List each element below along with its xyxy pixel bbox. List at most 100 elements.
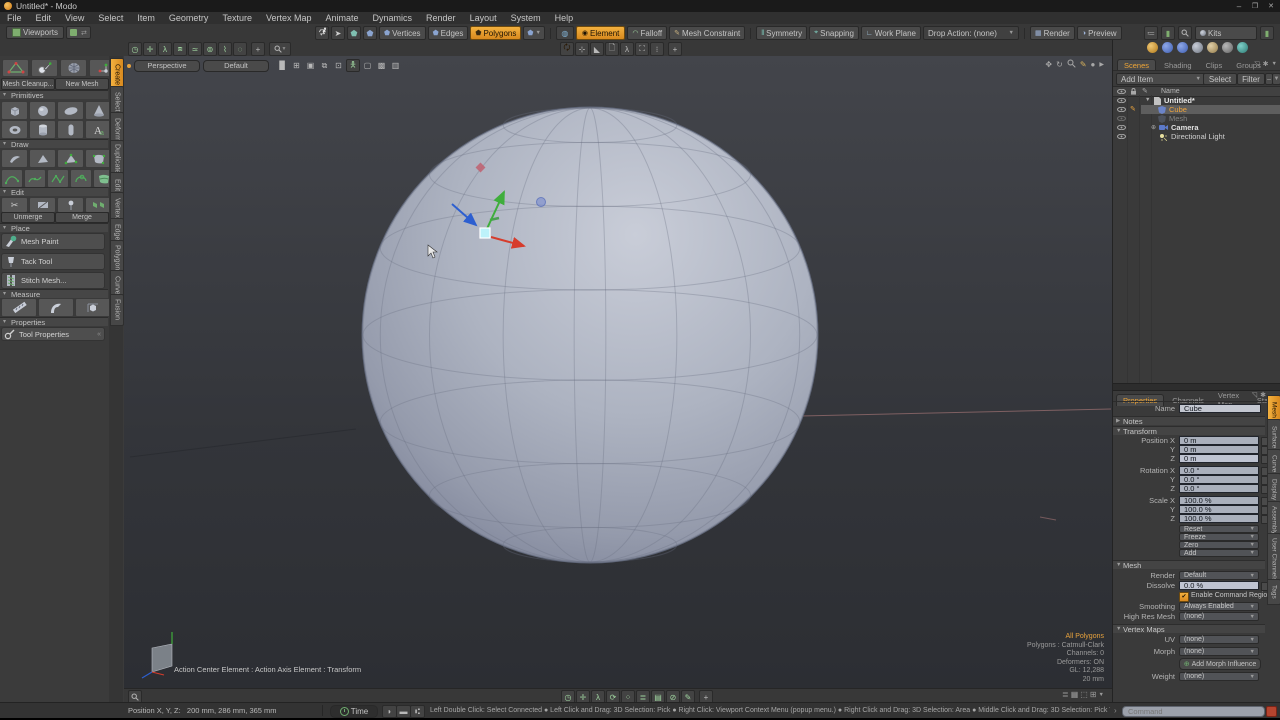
- primitives-section-header[interactable]: Primitives: [0, 90, 108, 100]
- filter-button[interactable]: Filter: [1237, 73, 1265, 85]
- cone-tool[interactable]: [85, 101, 112, 120]
- kits-dropdown[interactable]: Kits: [1195, 26, 1257, 40]
- cut-tool[interactable]: ✂: [1, 197, 28, 213]
- mesh-item-label[interactable]: Mesh: [1169, 114, 1187, 123]
- add-morph-influence-button[interactable]: ⊕ Add Morph Influence: [1179, 658, 1261, 670]
- work-plane-button[interactable]: ∟ Work Plane: [860, 26, 921, 40]
- command-history-button[interactable]: [1266, 706, 1277, 717]
- scene-item-label[interactable]: Untitled*: [1164, 96, 1195, 105]
- vp-quad-icon[interactable]: ⊞: [290, 59, 303, 72]
- add-item-dropdown[interactable]: Add Item ▼: [1116, 73, 1206, 85]
- add-preset-icon[interactable]: +: [251, 42, 265, 56]
- tan-ball-icon[interactable]: [1207, 42, 1218, 53]
- time-button[interactable]: Time: [330, 705, 378, 718]
- unmerge-button[interactable]: Unmerge: [1, 212, 55, 223]
- align-workplane-icon[interactable]: ⊹: [575, 42, 589, 56]
- menu-animate[interactable]: Animate: [318, 12, 365, 24]
- eye-icon[interactable]: [1117, 107, 1126, 112]
- rotation-y-field[interactable]: 0.0 °: [1179, 475, 1259, 484]
- mesh-cleanup-button[interactable]: Mesh Cleanup...: [1, 78, 55, 90]
- menu-select[interactable]: Select: [91, 12, 130, 24]
- magnifier-dropdown-icon[interactable]: ▼: [269, 42, 291, 56]
- blue-ball-icon[interactable]: [1162, 42, 1173, 53]
- slice-tool[interactable]: [29, 197, 56, 213]
- vtab-tags[interactable]: Tags: [1267, 579, 1280, 605]
- menu-file[interactable]: File: [0, 12, 29, 24]
- sketch-tool[interactable]: [1, 149, 28, 168]
- expand-icon[interactable]: ▶: [1099, 61, 1104, 68]
- scale-y-field[interactable]: 100.0 %: [1179, 505, 1259, 514]
- rotation-x-field[interactable]: 0.0 °: [1179, 466, 1259, 475]
- menu-help[interactable]: Help: [548, 12, 581, 24]
- close-button[interactable]: ✕: [1264, 2, 1278, 10]
- place-section-header[interactable]: Place: [0, 223, 108, 233]
- popout-icon[interactable]: ◹: [1252, 391, 1257, 399]
- mesh-constraint-button[interactable]: ✎ Mesh Constraint: [669, 26, 746, 40]
- expand-arrow-icon[interactable]: ▼: [1145, 97, 1150, 103]
- item-row-mesh[interactable]: Mesh: [1113, 114, 1280, 123]
- vp-wire-icon[interactable]: ⊡: [332, 59, 345, 72]
- menu-texture[interactable]: Texture: [215, 12, 259, 24]
- select-button[interactable]: Select: [1203, 73, 1237, 85]
- curve-tool[interactable]: [1, 169, 23, 188]
- chevron-down-icon[interactable]: ▼: [1099, 692, 1104, 698]
- cube-tool[interactable]: [1, 101, 28, 120]
- pan-icon[interactable]: ✥: [1045, 60, 1052, 69]
- tack-tool[interactable]: Tack Tool: [1, 253, 105, 270]
- screen-falloff-icon[interactable]: ⧈: [173, 42, 187, 56]
- weight-dropdown[interactable]: (none) ▼: [1179, 672, 1259, 681]
- eye-icon[interactable]: [1117, 98, 1126, 103]
- drop-action-dropdown[interactable]: Drop Action: (none) ▼: [922, 26, 1019, 40]
- eye-icon[interactable]: [1117, 134, 1126, 139]
- ellipsoid-tool[interactable]: [57, 101, 84, 120]
- funnel-icon[interactable]: ▼: [1272, 73, 1280, 85]
- element-action-center-button[interactable]: ◉ Element: [575, 26, 626, 40]
- transform-section-header[interactable]: ▼ Transform: [1113, 426, 1265, 436]
- tool-properties-item[interactable]: Tool Properties «: [1, 327, 105, 341]
- uv-dropdown[interactable]: (none) ▼: [1179, 635, 1259, 644]
- path-falloff-icon[interactable]: ⌇: [218, 42, 232, 56]
- add-tool-icon[interactable]: +: [668, 42, 682, 56]
- snapping-button[interactable]: ⌖ Snapping: [809, 26, 859, 40]
- position-z-field[interactable]: 0 m: [1179, 454, 1259, 463]
- item-row-camera[interactable]: ⊕ Camera: [1113, 123, 1280, 132]
- green-panel2-icon[interactable]: ▮: [1260, 26, 1274, 40]
- capsule-tool[interactable]: [57, 120, 84, 139]
- viewport-canvas[interactable]: [124, 56, 1112, 688]
- record-icon[interactable]: ●: [1091, 60, 1096, 69]
- zoom-icon[interactable]: [1067, 59, 1076, 70]
- rotate-workplane-icon[interactable]: 🗘: [560, 42, 574, 56]
- arc-tool[interactable]: [70, 169, 92, 188]
- scale-x-field[interactable]: 100.0 %: [1179, 496, 1259, 505]
- smoothing-dropdown[interactable]: Always Enabled ▼: [1179, 602, 1259, 611]
- menu-layout[interactable]: Layout: [463, 12, 504, 24]
- split-small-icon[interactable]: ⊞: [1090, 690, 1097, 699]
- item-row-scene[interactable]: ▼ Untitled*: [1113, 96, 1280, 105]
- action-center-icon[interactable]: ◷: [128, 42, 142, 56]
- draw-section-header[interactable]: Draw: [0, 139, 108, 149]
- teal-globe-icon[interactable]: [1237, 42, 1248, 53]
- items-mode-icon[interactable]: 🮲: [315, 26, 329, 40]
- falloff-button[interactable]: ◠ Falloff: [627, 26, 668, 40]
- vp-ghost-icon[interactable]: ⧉: [318, 59, 331, 72]
- viewport-3d[interactable]: Perspective Default ▉ ⊞ ▣ ⧉ ⊡ 🯅 ▢ ▩ ▥ ✥ …: [124, 56, 1112, 688]
- layout-switch-buttons[interactable]: ⇄: [66, 26, 91, 39]
- expand-plus-icon[interactable]: ⊕: [1151, 124, 1156, 131]
- minimize-button[interactable]: –: [1232, 2, 1246, 11]
- dissolve-field[interactable]: 0.0 %: [1179, 581, 1259, 590]
- sphere-tool[interactable]: [29, 101, 56, 120]
- item-globe-icon[interactable]: ◍: [555, 26, 574, 40]
- corner-icon[interactable]: ◣: [590, 42, 604, 56]
- vertices-mode-button[interactable]: ⬟ Vertices: [379, 26, 426, 40]
- rotation-z-field[interactable]: 0.0 °: [1179, 484, 1259, 493]
- menu-item[interactable]: Item: [130, 12, 162, 24]
- pen-tool[interactable]: [57, 149, 84, 168]
- grid2-small-icon[interactable]: ▦: [1071, 690, 1079, 699]
- gear-icon[interactable]: ✱: [1260, 391, 1266, 399]
- menu-vertex-map[interactable]: Vertex Map: [259, 12, 319, 24]
- shading-style-dropdown[interactable]: Default: [203, 59, 269, 72]
- pin-tool[interactable]: [57, 197, 84, 213]
- search-icon[interactable]: [1178, 26, 1192, 40]
- item-row-directional-light[interactable]: Directional Light: [1113, 132, 1280, 141]
- vp-grid-icon[interactable]: ▉: [276, 59, 289, 72]
